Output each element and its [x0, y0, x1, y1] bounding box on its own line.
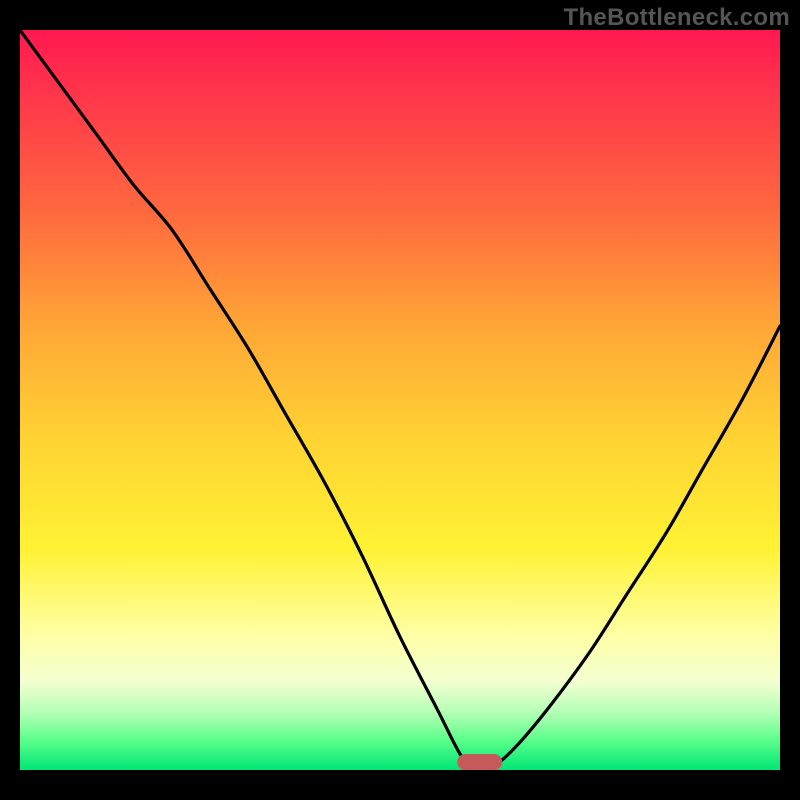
watermark-label: TheBottleneck.com	[564, 4, 790, 32]
bottleneck-curve	[20, 30, 780, 770]
optimal-marker	[457, 754, 503, 770]
plot-area	[20, 30, 780, 770]
curve-path	[20, 30, 780, 770]
chart-frame: TheBottleneck.com	[0, 0, 800, 800]
